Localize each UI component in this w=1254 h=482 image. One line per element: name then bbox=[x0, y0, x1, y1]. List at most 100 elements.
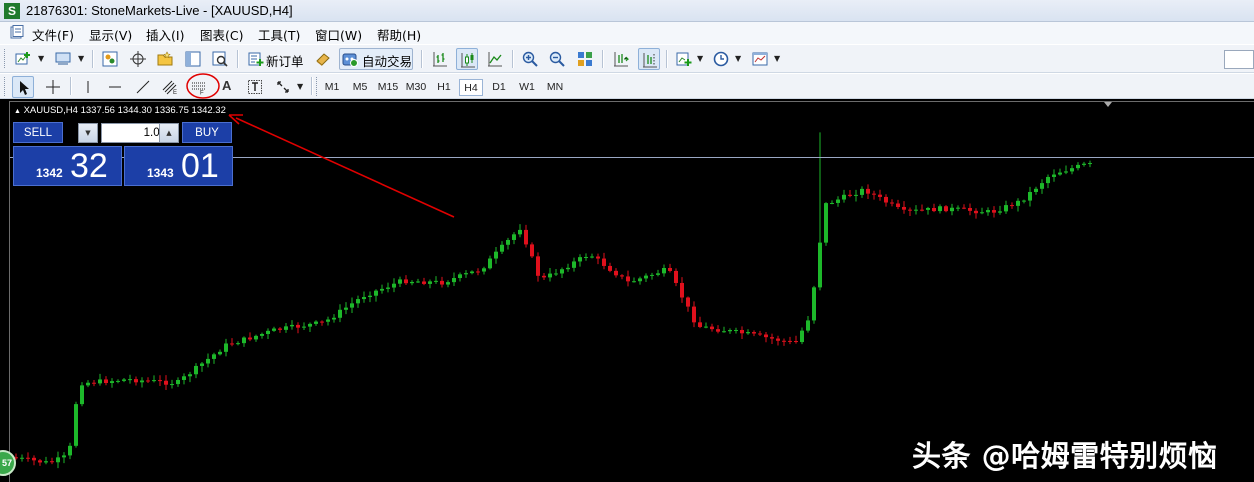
candle-body bbox=[236, 343, 240, 345]
candle-body bbox=[1064, 171, 1068, 173]
candle-body bbox=[248, 337, 252, 340]
candle-body bbox=[356, 299, 360, 304]
candle-body bbox=[1040, 183, 1044, 189]
candle-body bbox=[860, 188, 864, 195]
annotation-circle bbox=[186, 73, 220, 99]
sell-price-button[interactable]: 1342 32 bbox=[13, 146, 122, 186]
candle-body bbox=[98, 379, 102, 384]
candle-body bbox=[488, 258, 492, 269]
buy-price-pips: 01 bbox=[181, 147, 219, 185]
candle-body bbox=[104, 379, 108, 384]
candle-body bbox=[20, 457, 24, 459]
candle-body bbox=[284, 326, 288, 330]
chart-menu-triangle-icon[interactable]: ▲ bbox=[14, 108, 21, 115]
candle-body bbox=[68, 445, 72, 456]
candle-body bbox=[320, 321, 324, 323]
sell-price-pips: 32 bbox=[70, 147, 108, 185]
candle-body bbox=[152, 380, 156, 382]
candle-body bbox=[608, 265, 612, 271]
candle-body bbox=[338, 309, 342, 318]
candle-body bbox=[704, 326, 708, 328]
candle-body bbox=[452, 278, 456, 283]
candle-body bbox=[266, 330, 270, 334]
candle-body bbox=[386, 287, 390, 289]
candle-body bbox=[1010, 205, 1014, 207]
candle-body bbox=[968, 208, 972, 211]
candle-body bbox=[128, 379, 132, 381]
candle-body bbox=[680, 282, 684, 298]
candle-body bbox=[1004, 205, 1008, 212]
candle-body bbox=[560, 269, 564, 274]
candle-body bbox=[884, 196, 888, 203]
candle-body bbox=[836, 199, 840, 203]
buy-price-button[interactable]: 1343 01 bbox=[124, 146, 233, 186]
candle-body bbox=[566, 267, 570, 270]
candle-body bbox=[758, 333, 762, 335]
candle-body bbox=[848, 194, 852, 196]
one-click-trading-panel: SELL ▼ 1.00 ▲ BUY 1342 32 1343 01 bbox=[13, 121, 233, 187]
candle-body bbox=[332, 317, 336, 320]
candle-body bbox=[698, 322, 702, 327]
candle-body bbox=[554, 273, 558, 275]
chart-shift-marker-icon[interactable] bbox=[1104, 102, 1112, 107]
candle-body bbox=[746, 332, 750, 334]
candle-body bbox=[854, 194, 858, 196]
candle-body bbox=[506, 239, 510, 245]
candle-body bbox=[1052, 174, 1056, 177]
candle-body bbox=[512, 234, 516, 240]
candle-body bbox=[500, 244, 504, 252]
candle-body bbox=[1076, 164, 1080, 169]
watermark-text: 头条 @哈姆雷特别烦恼 bbox=[912, 439, 1218, 473]
candle-body bbox=[482, 268, 486, 272]
candle-body bbox=[404, 279, 408, 284]
candle-body bbox=[326, 319, 330, 322]
candle-body bbox=[662, 267, 666, 274]
candle-body bbox=[830, 202, 834, 204]
candle-body bbox=[434, 280, 438, 282]
price-chart[interactable] bbox=[0, 0, 1254, 482]
candle-body bbox=[734, 329, 738, 331]
candle-body bbox=[200, 363, 204, 366]
candle-body bbox=[992, 210, 996, 213]
candle-body bbox=[686, 297, 690, 307]
lot-decrease-button[interactable]: ▼ bbox=[78, 123, 98, 143]
candle-body bbox=[38, 460, 42, 463]
candle-body bbox=[842, 194, 846, 200]
candle-body bbox=[788, 340, 792, 342]
candle-body bbox=[1022, 200, 1026, 202]
candle-body bbox=[74, 404, 78, 446]
candle-body bbox=[254, 335, 258, 340]
sell-button[interactable]: SELL bbox=[13, 122, 63, 143]
candle-body bbox=[518, 229, 522, 235]
candle-body bbox=[596, 256, 600, 259]
candle-body bbox=[1088, 163, 1092, 165]
candle-body bbox=[818, 242, 822, 288]
candle-body bbox=[872, 193, 876, 195]
lot-increase-button[interactable]: ▲ bbox=[159, 123, 179, 143]
candle-body bbox=[374, 290, 378, 296]
chart-symbol-ohlc: XAUUSD,H4 1337.56 1344.30 1336.75 1342.3… bbox=[23, 105, 226, 116]
candle-body bbox=[86, 382, 90, 386]
candle-body bbox=[896, 203, 900, 207]
annotation-arrow-line bbox=[235, 117, 455, 218]
candle-body bbox=[614, 270, 618, 276]
candle-body bbox=[644, 275, 648, 279]
candle-body bbox=[752, 332, 756, 334]
candle-body bbox=[584, 256, 588, 258]
candle-body bbox=[92, 382, 96, 384]
candle-body bbox=[32, 457, 36, 461]
candle-body bbox=[1082, 163, 1086, 165]
candle-body bbox=[380, 288, 384, 291]
candle-body bbox=[80, 385, 84, 405]
candle-body bbox=[548, 273, 552, 278]
candle-body bbox=[344, 307, 348, 310]
candle-body bbox=[668, 267, 672, 271]
candle-body bbox=[440, 280, 444, 285]
candle-body bbox=[470, 271, 474, 274]
candle-body bbox=[242, 337, 246, 344]
candle-body bbox=[932, 207, 936, 212]
candle-body bbox=[692, 306, 696, 323]
candle-body bbox=[572, 261, 576, 268]
buy-button[interactable]: BUY bbox=[182, 122, 232, 143]
candle-body bbox=[782, 340, 786, 342]
